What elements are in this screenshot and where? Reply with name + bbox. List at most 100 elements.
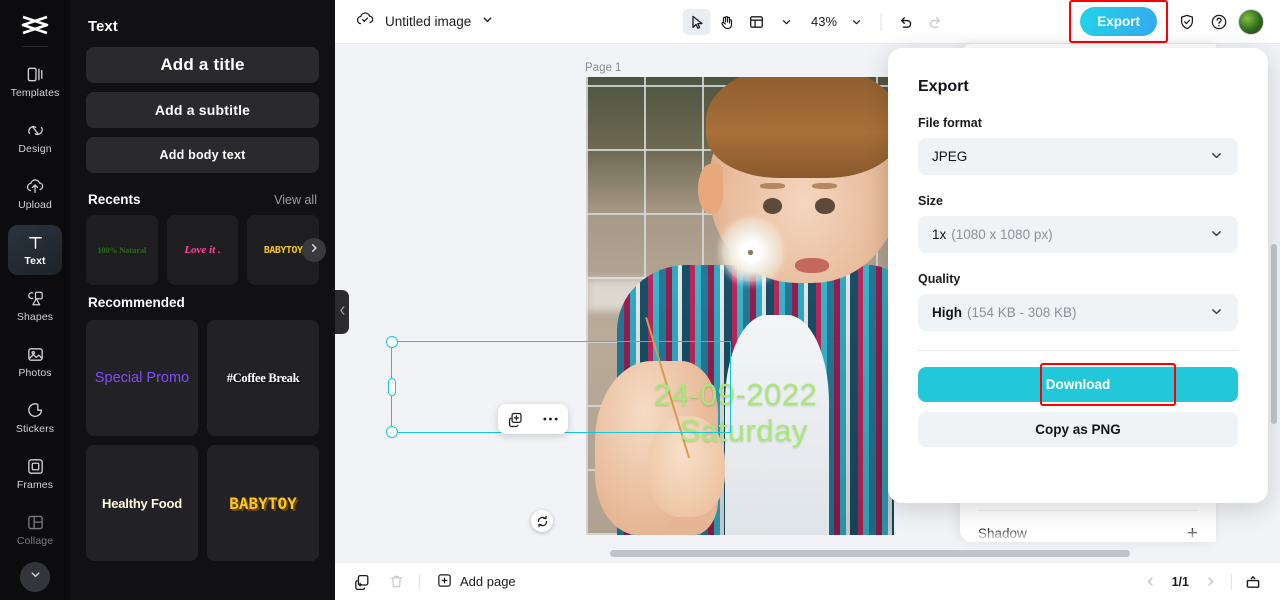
- title-chevron-down-icon[interactable]: [481, 13, 494, 31]
- file-format-label: File format: [918, 116, 982, 130]
- capcut-logo-icon[interactable]: [18, 12, 52, 38]
- collapse-panel-handle[interactable]: [335, 290, 349, 334]
- help-circle-icon[interactable]: [1206, 9, 1232, 35]
- timeline-icon[interactable]: [1242, 571, 1264, 593]
- hand-tool-button[interactable]: [712, 9, 740, 35]
- frames-icon: [26, 457, 45, 476]
- resize-handle-bottom-left[interactable]: [386, 426, 398, 438]
- file-format-select[interactable]: JPEG: [918, 138, 1238, 175]
- app-root: Templates Design Upload Text Shapes Phot…: [0, 0, 1280, 600]
- resize-handle-middle-left[interactable]: [388, 378, 396, 396]
- layout-chevron-button[interactable]: [772, 9, 800, 35]
- rotate-handle[interactable]: [531, 510, 553, 532]
- cloud-save-icon[interactable]: [355, 10, 375, 33]
- add-subtitle-button[interactable]: Add a subtitle: [86, 92, 319, 128]
- add-title-button[interactable]: Add a title: [86, 47, 319, 83]
- recommended-item[interactable]: Healthy Food: [86, 445, 198, 561]
- photo-dandelion: [721, 221, 781, 282]
- sidebar-item-label: Templates: [10, 87, 60, 99]
- recents-next-button[interactable]: [302, 238, 326, 262]
- undo-button[interactable]: [891, 9, 919, 35]
- bottom-bar-left: Add page: [351, 571, 516, 593]
- file-format-value: JPEG: [932, 149, 968, 164]
- horizontal-scrollbar[interactable]: [610, 550, 1130, 557]
- recent-item-label: Love it .: [184, 244, 221, 256]
- quality-select[interactable]: High (154 KB - 308 KB): [918, 294, 1238, 331]
- vertical-scrollbar[interactable]: [1271, 244, 1277, 424]
- recommended-item[interactable]: Special Promo: [86, 320, 198, 436]
- duplicate-page-icon[interactable]: [351, 571, 373, 593]
- export-button[interactable]: Export: [1080, 7, 1157, 36]
- popover-divider: [918, 350, 1238, 351]
- sidebar-item-text[interactable]: Text: [8, 225, 62, 275]
- photo-undershirt: [724, 315, 830, 535]
- sidebar-item-label: Stickers: [15, 423, 55, 435]
- size-value: 1x: [932, 227, 947, 242]
- select-tool-button[interactable]: [681, 8, 710, 35]
- rail-divider: [22, 46, 48, 47]
- photo-child-hair: [706, 77, 894, 178]
- stickers-icon: [26, 401, 45, 420]
- sidebar-item-label: Text: [24, 255, 46, 267]
- resize-handle-top-left[interactable]: [386, 336, 398, 348]
- toolbar-left: Untitled image: [335, 10, 494, 33]
- templates-icon: [26, 65, 45, 84]
- zoom-chevron-button[interactable]: [842, 9, 870, 35]
- recommended-header: Recommended: [86, 285, 319, 318]
- recent-item[interactable]: 100% Natural: [86, 215, 158, 285]
- recommended-item[interactable]: BABYTOY: [207, 445, 319, 561]
- copy-as-png-button[interactable]: Copy as PNG: [918, 412, 1238, 447]
- recent-item[interactable]: Love it .: [166, 215, 239, 285]
- photo-eyebrow-left: [760, 183, 785, 190]
- recommended-item-label: Healthy Food: [102, 495, 182, 511]
- sidebar-item-photos[interactable]: Photos: [8, 337, 62, 387]
- view-all-link[interactable]: View all: [274, 193, 317, 207]
- photo-eye-right: [815, 198, 835, 214]
- sidebar-item-collage[interactable]: Collage: [8, 505, 62, 555]
- export-button-wrapper: Export: [1069, 0, 1168, 43]
- bottom-divider: [419, 573, 420, 590]
- quality-detail: (154 KB - 308 KB): [967, 305, 1077, 320]
- sidebar-item-shapes[interactable]: Shapes: [8, 281, 62, 331]
- recommended-item[interactable]: #Coffee Break: [207, 320, 319, 436]
- quality-value: High: [932, 305, 962, 320]
- layout-tool-button[interactable]: [742, 9, 770, 35]
- prev-page-button[interactable]: [1140, 571, 1162, 593]
- download-button-wrapper: Download: [918, 363, 1238, 406]
- photo-eye-left: [763, 198, 783, 214]
- trash-icon[interactable]: [385, 571, 407, 593]
- recents-header: Recents View all: [86, 182, 319, 215]
- download-button[interactable]: Download: [918, 367, 1238, 402]
- user-avatar[interactable]: [1238, 8, 1264, 35]
- top-toolbar: Untitled image 43% Export: [335, 0, 1280, 44]
- size-select[interactable]: 1x (1080 x 1080 px): [918, 216, 1238, 253]
- sidebar-item-label: Design: [18, 143, 52, 155]
- bottom-divider-right: [1231, 573, 1232, 590]
- page-label: Page 1: [585, 62, 622, 74]
- expand-sidebar-button[interactable]: [20, 562, 50, 592]
- add-page-button[interactable]: Add page: [436, 572, 516, 592]
- redo-button[interactable]: [921, 9, 949, 35]
- zoom-level-value[interactable]: 43%: [802, 14, 840, 29]
- sidebar-item-stickers[interactable]: Stickers: [8, 393, 62, 443]
- sidebar-item-templates[interactable]: Templates: [8, 57, 62, 107]
- photo-child-hand: [647, 415, 725, 517]
- text-icon: [26, 233, 45, 252]
- sidebar-item-design[interactable]: Design: [8, 113, 62, 163]
- shield-check-icon[interactable]: [1174, 9, 1200, 35]
- document-title[interactable]: Untitled image: [385, 14, 471, 29]
- sidebar-item-label: Upload: [18, 199, 52, 211]
- sidebar-item-label: Collage: [16, 535, 54, 547]
- sidebar-item-label: Frames: [16, 479, 54, 491]
- duplicate-icon[interactable]: [507, 411, 524, 428]
- artboard[interactable]: 24-09-2022 Saturday: [586, 77, 894, 535]
- recommended-item-label: BABYTOY: [229, 493, 297, 513]
- add-body-text-button[interactable]: Add body text: [86, 137, 319, 173]
- export-popover-title: Export: [918, 78, 969, 95]
- sidebar-item-upload[interactable]: Upload: [8, 169, 62, 219]
- next-page-button[interactable]: [1199, 571, 1221, 593]
- recommended-grid: Special Promo #Coffee Break Healthy Food…: [86, 318, 319, 561]
- more-options-icon[interactable]: [542, 416, 559, 422]
- sidebar-item-frames[interactable]: Frames: [8, 449, 62, 499]
- recent-item-label: BABYTOY: [263, 244, 303, 256]
